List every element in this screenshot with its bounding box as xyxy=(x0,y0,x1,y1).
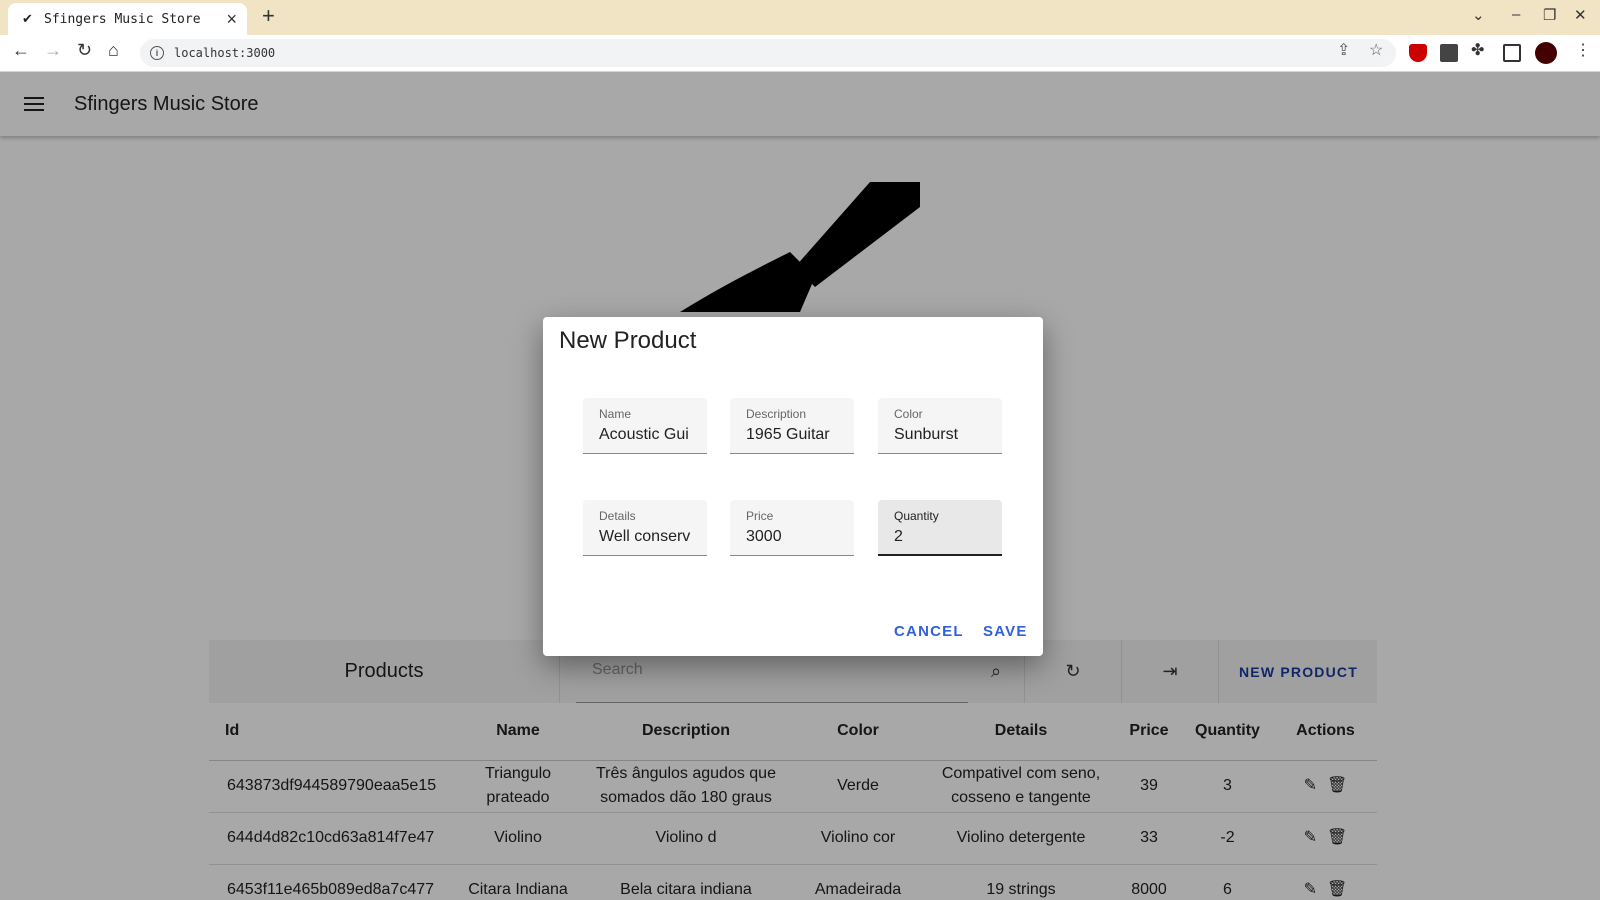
chevron-down-icon[interactable]: ⌄ xyxy=(1472,6,1485,24)
close-window-icon[interactable]: ✕ xyxy=(1574,6,1587,24)
price-label: Price xyxy=(746,509,774,523)
restore-icon[interactable]: ❐ xyxy=(1543,6,1556,24)
forward-icon[interactable]: → xyxy=(44,41,62,59)
dialog-title: New Product xyxy=(559,327,697,354)
name-field[interactable]: Name Acoustic Gui xyxy=(583,398,707,454)
description-label: Description xyxy=(746,407,807,421)
quantity-label: Quantity xyxy=(894,509,939,523)
home-icon[interactable]: ⌂ xyxy=(108,41,119,59)
quantity-field[interactable]: Quantity 2 xyxy=(878,500,1002,556)
new-tab-icon[interactable]: + xyxy=(262,5,275,27)
sidepanel-icon[interactable] xyxy=(1503,44,1521,62)
details-value: Well conserv xyxy=(599,528,691,545)
browser-toolbar: ← → ↻ ⌂ i localhost:3000 ⇪ ☆ ✤ ⋮ xyxy=(0,35,1600,72)
back-icon[interactable]: ← xyxy=(12,41,30,59)
close-tab-icon[interactable]: × xyxy=(226,10,237,28)
quantity-value: 2 xyxy=(894,528,903,545)
color-value: Sunburst xyxy=(894,426,959,443)
address-bar[interactable]: i localhost:3000 xyxy=(140,39,1396,67)
more-menu-icon[interactable]: ⋮ xyxy=(1575,40,1591,60)
url-text: localhost:3000 xyxy=(174,46,276,60)
details-field[interactable]: Details Well conserv xyxy=(583,500,707,556)
star-icon[interactable]: ☆ xyxy=(1369,40,1383,60)
ublock-icon[interactable] xyxy=(1409,44,1427,62)
color-field[interactable]: Color Sunburst xyxy=(878,398,1002,454)
extensions-icon[interactable]: ✤ xyxy=(1471,40,1484,60)
share-icon[interactable]: ⇪ xyxy=(1337,40,1350,60)
film-icon[interactable] xyxy=(1440,44,1458,62)
avatar[interactable] xyxy=(1535,42,1557,64)
description-value: 1965 Guitar xyxy=(746,426,830,443)
name-label: Name xyxy=(599,407,632,421)
new-product-dialog: New Product Name Acoustic Gui Descriptio… xyxy=(543,317,1043,656)
browser-tab[interactable]: ✔ Sfingers Music Store × xyxy=(8,3,247,35)
browser-tabbar: ✔ Sfingers Music Store × + ⌄ – ❐ ✕ xyxy=(0,0,1600,35)
tab-title: Sfingers Music Store xyxy=(44,11,201,27)
save-button[interactable]: SAVE xyxy=(983,623,1028,640)
price-value: 3000 xyxy=(746,528,782,545)
minimize-icon[interactable]: – xyxy=(1512,6,1520,23)
color-label: Color xyxy=(894,407,923,421)
reload-icon[interactable]: ↻ xyxy=(77,41,92,59)
cancel-button[interactable]: CANCEL xyxy=(894,623,964,640)
details-label: Details xyxy=(599,509,636,523)
name-value: Acoustic Gui xyxy=(599,426,689,443)
guitar-icon: ✔ xyxy=(22,11,33,26)
price-field[interactable]: Price 3000 xyxy=(730,500,854,556)
description-field[interactable]: Description 1965 Guitar xyxy=(730,398,854,454)
info-icon[interactable]: i xyxy=(150,46,164,60)
